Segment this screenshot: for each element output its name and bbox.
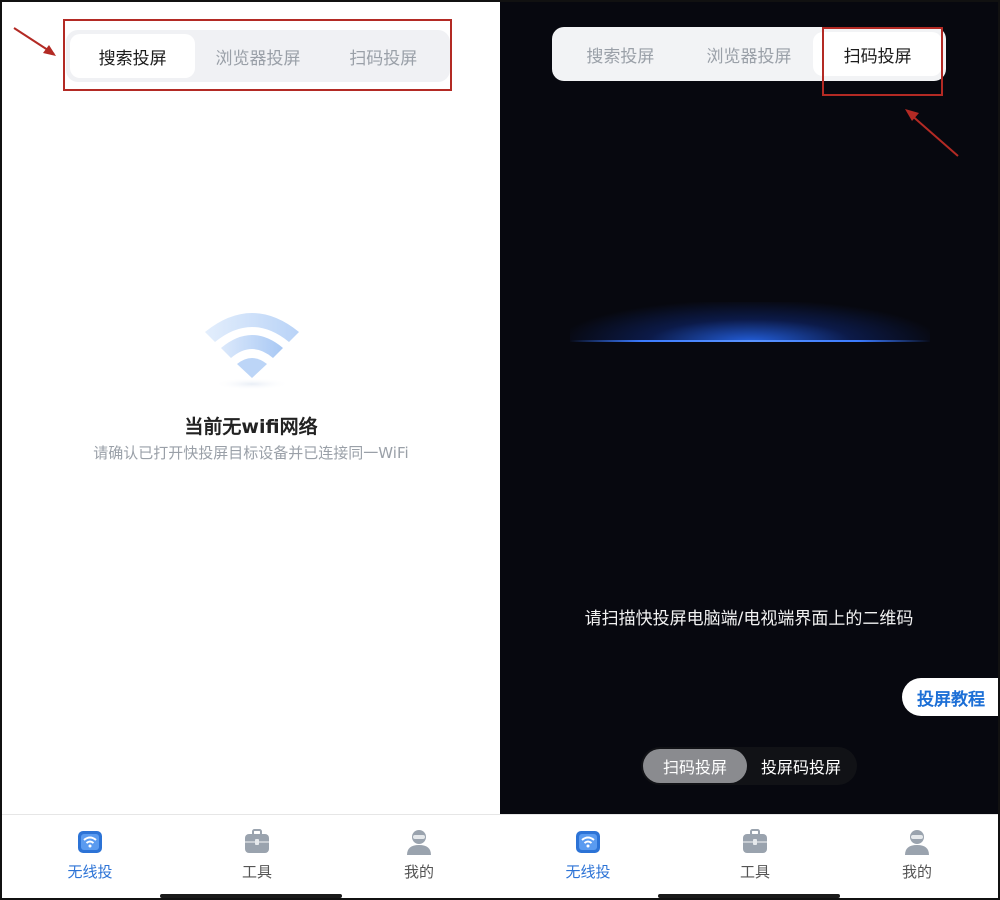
- scan-mode-switch: 扫码投屏 投屏码投屏: [641, 747, 857, 785]
- mode-code-cast[interactable]: 投屏码投屏: [747, 749, 855, 783]
- cast-mode-tabs: 搜索投屏 浏览器投屏 扫码投屏: [66, 30, 450, 82]
- home-indicator: [658, 894, 840, 898]
- empty-state-subtitle: 请确认已打开快投屏目标设备并已连接同一WiFi: [93, 444, 409, 462]
- empty-state-title: 当前无wifi网络: [184, 416, 318, 438]
- nav-label: 我的: [901, 863, 932, 881]
- right-screen: 搜索投屏 浏览器投屏 扫码投屏 请扫描快投屏电脑端/电视端界面上的二维码 投屏教…: [500, 2, 998, 814]
- nav-label: 工具: [241, 863, 272, 881]
- toolbox-icon: [743, 829, 767, 853]
- nav-item-wireless-cast[interactable]: 无线投: [548, 827, 628, 882]
- scan-glow: [570, 302, 930, 342]
- tab-scan-cast[interactable]: 扫码投屏: [813, 32, 943, 76]
- nav-label: 无线投: [565, 863, 611, 881]
- left-screen: 搜索投屏 浏览器投屏 扫码投屏 当前无wifi网络 请确认已打开快投屏目标设备并…: [2, 2, 500, 814]
- cast-wifi-icon: [576, 831, 600, 853]
- tab-search-cast[interactable]: 搜索投屏: [70, 34, 196, 78]
- nav-label: 我的: [403, 863, 434, 881]
- bottom-nav: 无线投 工具 我的: [2, 814, 500, 898]
- bottom-nav: 无线投 工具 我的: [500, 814, 998, 898]
- tab-browser-cast[interactable]: 浏览器投屏: [685, 32, 814, 76]
- user-icon: [905, 830, 929, 855]
- nav-item-mine[interactable]: 我的: [877, 827, 957, 882]
- annotation-arrow-icon: [13, 27, 56, 56]
- nav-label: 无线投: [67, 863, 113, 881]
- tab-scan-cast[interactable]: 扫码投屏: [321, 34, 446, 78]
- home-indicator: [160, 894, 342, 898]
- cast-wifi-icon: [78, 831, 102, 853]
- mode-scan-cast[interactable]: 扫码投屏: [643, 749, 747, 783]
- nav-item-wireless-cast[interactable]: 无线投: [50, 827, 130, 882]
- tab-search-cast[interactable]: 搜索投屏: [556, 32, 685, 76]
- cast-tutorial-button[interactable]: 投屏教程: [902, 678, 998, 716]
- cast-mode-tabs: 搜索投屏 浏览器投屏 扫码投屏: [552, 27, 946, 81]
- scan-hint-text: 请扫描快投屏电脑端/电视端界面上的二维码: [584, 609, 914, 629]
- nav-item-tools[interactable]: 工具: [715, 827, 795, 882]
- nav-item-tools[interactable]: 工具: [217, 827, 297, 882]
- user-icon: [407, 830, 431, 855]
- nav-item-mine[interactable]: 我的: [379, 827, 459, 882]
- annotation-arrow-icon: [905, 109, 959, 157]
- toolbox-icon: [245, 829, 269, 853]
- scan-line: [570, 340, 930, 342]
- tab-browser-cast[interactable]: 浏览器投屏: [195, 34, 320, 78]
- wifi-icon: [205, 313, 299, 390]
- nav-label: 工具: [739, 863, 770, 881]
